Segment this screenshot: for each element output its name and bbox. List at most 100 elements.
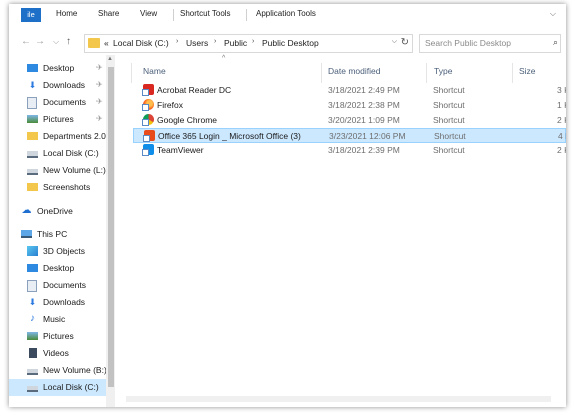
file-date: 3/18/2021 2:39 PM: [328, 145, 400, 155]
column-header-size[interactable]: Size: [519, 66, 536, 76]
back-icon[interactable]: ←: [21, 36, 31, 47]
horizontal-scrollbar[interactable]: [126, 396, 551, 402]
scroll-up-icon[interactable]: ▲: [107, 56, 113, 62]
sidebar-item-label: Videos: [43, 348, 69, 358]
chrome-icon: [142, 114, 154, 126]
sidebar-item-onedrive[interactable]: ☁ OneDrive: [9, 203, 115, 220]
chevron-right-icon[interactable]: ›: [176, 38, 178, 45]
file-name: TeamViewer: [157, 145, 204, 155]
file-explorer-window: ile Home Share View Shortcut Tools Appli…: [9, 4, 566, 407]
file-type: Shortcut: [433, 145, 465, 155]
drive-icon: [27, 169, 38, 175]
desktop-icon: [27, 264, 38, 272]
file-name: Acrobat Reader DC: [157, 85, 232, 95]
file-row-acrobat-reader[interactable]: Acrobat Reader DC 3/18/2021 2:49 PM Shor…: [133, 83, 566, 98]
sidebar-item-documents[interactable]: Documents ✈: [9, 94, 115, 111]
sidebar-item-new-volume-l[interactable]: New Volume (L:): [9, 162, 115, 179]
file-tab[interactable]: ile: [21, 8, 41, 22]
column-separator[interactable]: [321, 63, 322, 83]
pictures-icon: [27, 332, 38, 340]
chevron-right-icon[interactable]: ›: [252, 38, 254, 45]
document-icon: [27, 97, 37, 109]
document-icon: [27, 280, 37, 292]
drive-icon: [27, 386, 38, 392]
teamviewer-icon: [142, 144, 154, 156]
address-dropdown-icon[interactable]: ⌵: [392, 38, 397, 46]
sidebar-item-music[interactable]: ♪ Music: [9, 311, 115, 328]
file-date: 3/18/2021 2:38 PM: [328, 100, 400, 110]
sidebar-item-label: New Volume (L:): [43, 165, 106, 175]
file-row-office-365-login[interactable]: Office 365 Login _ Microsoft Office (3) …: [133, 128, 566, 143]
refresh-icon[interactable]: ↻: [401, 37, 409, 48]
ribbon-separator: [246, 9, 247, 21]
file-row-google-chrome[interactable]: Google Chrome 3/20/2021 1:09 PM Shortcut…: [133, 113, 566, 128]
sidebar-item-label: Documents: [43, 97, 86, 107]
folder-icon: [88, 38, 100, 48]
sidebar-item-label: Downloads: [43, 80, 86, 90]
sidebar-item-screenshots[interactable]: Screenshots: [9, 179, 115, 196]
folder-icon: [27, 132, 38, 140]
file-size: 2 K: [557, 145, 566, 155]
column-separator[interactable]: [512, 63, 513, 83]
tab-home[interactable]: Home: [56, 9, 77, 18]
search-input[interactable]: Search Public Desktop: [425, 38, 511, 48]
sidebar-item-videos[interactable]: Videos: [9, 345, 115, 362]
breadcrumb-overflow[interactable]: «: [104, 38, 109, 48]
breadcrumb-public-desktop[interactable]: Public Desktop: [262, 38, 319, 48]
recent-locations-icon[interactable]: ⌵: [53, 37, 59, 47]
sidebar-item-label: Local Disk (C:): [43, 382, 99, 392]
sidebar-item-local-disk-c-pc[interactable]: Local Disk (C:): [9, 379, 115, 396]
column-header-name[interactable]: Name: [143, 66, 166, 76]
chevron-right-icon[interactable]: ›: [214, 38, 216, 45]
column-header-type[interactable]: Type: [434, 66, 452, 76]
sidebar-item-desktop-pc[interactable]: Desktop: [9, 260, 115, 277]
file-date: 3/20/2021 1:09 PM: [328, 115, 400, 125]
file-date: 3/18/2021 2:49 PM: [328, 85, 400, 95]
file-date: 3/23/2021 12:06 PM: [329, 131, 406, 141]
column-separator[interactable]: [426, 63, 427, 83]
file-type: Shortcut: [433, 85, 465, 95]
sidebar-item-departments[interactable]: Departments 2.0: [9, 128, 115, 145]
sidebar-item-local-disk-c[interactable]: Local Disk (C:): [9, 145, 115, 162]
sidebar-item-this-pc[interactable]: This PC: [9, 226, 115, 243]
file-size: 4 K: [558, 131, 566, 141]
tab-shortcut-tools[interactable]: Shortcut Tools: [180, 9, 231, 18]
folder-icon: [27, 183, 38, 191]
file-name: Firefox: [157, 100, 183, 110]
sidebar-item-label: Screenshots: [43, 182, 91, 192]
sidebar-item-documents-pc[interactable]: Documents: [9, 277, 115, 294]
search-box[interactable]: Search Public Desktop ⌕: [419, 34, 561, 53]
file-row-teamviewer[interactable]: TeamViewer 3/18/2021 2:39 PM Shortcut 2 …: [133, 143, 566, 158]
up-icon[interactable]: ↑: [66, 36, 71, 47]
sidebar-item-desktop[interactable]: Desktop ✈: [9, 60, 115, 77]
tab-application-tools[interactable]: Application Tools: [256, 9, 316, 18]
breadcrumb-public[interactable]: Public: [224, 38, 247, 48]
column-separator: [131, 63, 132, 83]
sidebar-item-label: Documents: [43, 280, 86, 290]
download-icon: ⬇: [28, 297, 37, 307]
sidebar-item-label: 3D Objects: [43, 246, 86, 256]
video-icon: [27, 348, 37, 358]
breadcrumb-users[interactable]: Users: [186, 38, 208, 48]
drive-icon: [27, 151, 38, 158]
sidebar-item-pictures-pc[interactable]: Pictures: [9, 328, 115, 345]
desktop-icon: [27, 64, 38, 72]
tab-share[interactable]: Share: [98, 9, 119, 18]
sidebar-item-3d-objects[interactable]: 3D Objects: [9, 243, 115, 260]
sidebar-item-label: Departments 2.0: [43, 131, 106, 141]
ribbon-collapse-icon[interactable]: ⌵: [550, 9, 556, 19]
sidebar-item-downloads[interactable]: ⬇ Downloads ✈: [9, 77, 115, 94]
sidebar-item-new-volume-b[interactable]: New Volume (B:): [9, 362, 115, 379]
address-bar[interactable]: « Local Disk (C:) › Users › Public › Pub…: [84, 34, 413, 53]
forward-icon[interactable]: →: [35, 36, 45, 47]
sidebar-item-pictures[interactable]: Pictures ✈: [9, 111, 115, 128]
breadcrumb-local-disk[interactable]: Local Disk (C:): [113, 38, 169, 48]
column-header-date-modified[interactable]: Date modified: [328, 66, 380, 76]
sidebar-item-downloads-pc[interactable]: ⬇ Downloads: [9, 294, 115, 311]
music-icon: ♪: [30, 313, 35, 324]
sidebar-scrollbar[interactable]: ▲: [106, 55, 115, 407]
file-row-firefox[interactable]: Firefox 3/18/2021 2:38 PM Shortcut 1 K: [133, 98, 566, 113]
file-type: Shortcut: [433, 100, 465, 110]
tab-view[interactable]: View: [140, 9, 157, 18]
scrollbar-thumb[interactable]: [108, 67, 114, 387]
